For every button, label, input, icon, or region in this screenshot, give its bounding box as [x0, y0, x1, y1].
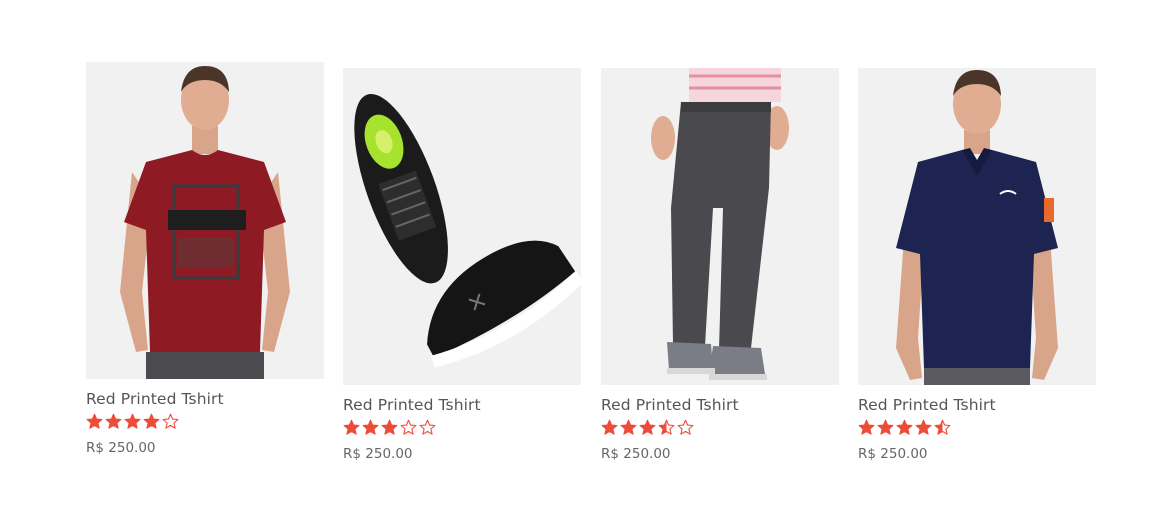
- product-price: R$ 250.00: [858, 446, 928, 462]
- product-title[interactable]: Red Printed Tshirt: [86, 389, 324, 409]
- star-empty-icon: [677, 419, 694, 435]
- star-half-icon: [658, 419, 675, 435]
- man-red-tshirt-image: [86, 62, 324, 379]
- star-empty-icon: [419, 419, 436, 435]
- product-title[interactable]: Red Printed Tshirt: [858, 395, 1096, 415]
- star-full-icon: [124, 413, 141, 429]
- rating-stars: [86, 413, 324, 433]
- grey-jogger-pants-image: [601, 68, 839, 385]
- product-grid: Red Printed Tshirt R$ 250.00 Red Printed…: [0, 0, 1154, 509]
- product-title[interactable]: Red Printed Tshirt: [343, 395, 581, 415]
- rating-stars: [601, 419, 839, 439]
- black-sneakers-image: [343, 68, 581, 385]
- star-half-icon: [934, 419, 951, 435]
- star-full-icon: [381, 419, 398, 435]
- star-full-icon: [105, 413, 122, 429]
- star-full-icon: [86, 413, 103, 429]
- product-price: R$ 250.00: [343, 446, 413, 462]
- product-card[interactable]: Red Printed Tshirt R$ 250.00: [86, 62, 324, 457]
- star-full-icon: [143, 413, 160, 429]
- star-full-icon: [877, 419, 894, 435]
- product-price: R$ 250.00: [601, 446, 671, 462]
- star-full-icon: [343, 419, 360, 435]
- rating-stars: [858, 419, 1096, 439]
- product-price: R$ 250.00: [86, 440, 156, 456]
- star-empty-icon: [400, 419, 417, 435]
- product-card[interactable]: Red Printed Tshirt R$ 250.00: [858, 68, 1096, 463]
- product-card[interactable]: Red Printed Tshirt R$ 250.00: [601, 68, 839, 463]
- product-image[interactable]: [343, 68, 581, 385]
- star-full-icon: [896, 419, 913, 435]
- product-title[interactable]: Red Printed Tshirt: [601, 395, 839, 415]
- man-navy-polo-image: [858, 68, 1096, 385]
- star-full-icon: [601, 419, 618, 435]
- product-image[interactable]: [601, 68, 839, 385]
- product-card[interactable]: Red Printed Tshirt R$ 250.00: [343, 68, 581, 463]
- star-full-icon: [362, 419, 379, 435]
- star-empty-icon: [162, 413, 179, 429]
- star-full-icon: [639, 419, 656, 435]
- rating-stars: [343, 419, 581, 439]
- star-full-icon: [620, 419, 637, 435]
- product-image[interactable]: [858, 68, 1096, 385]
- product-image[interactable]: [86, 62, 324, 379]
- star-full-icon: [915, 419, 932, 435]
- star-full-icon: [858, 419, 875, 435]
